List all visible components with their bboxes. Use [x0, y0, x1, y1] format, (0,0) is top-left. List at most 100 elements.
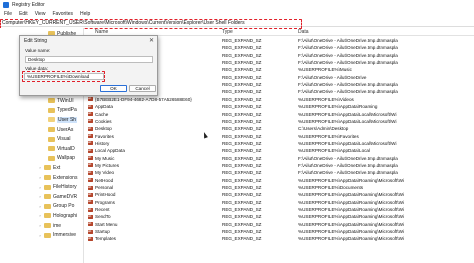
table-row[interactable]: Cache REG_EXPAND_SZ %USERPROFILE%\AppData\… — [85, 110, 474, 118]
value-data-cell: %USERPROFILE%\AppData\Local\Microsoft\Wi — [298, 111, 397, 117]
tree-item-label: Immersive — [53, 232, 77, 239]
string-value-icon — [88, 103, 93, 110]
table-row[interactable]: Startup REG_EXPAND_SZ %USERPROFILE%\AppDat… — [85, 228, 474, 235]
window-title: Registry Editor — [12, 2, 45, 8]
folder-icon — [44, 175, 51, 180]
tree-item[interactable]: Wallpap — [48, 155, 75, 162]
table-row[interactable]: Programs REG_EXPAND_SZ %USERPROFILE%\AppDa… — [85, 198, 474, 206]
table-row[interactable]: My Video REG_EXPAND_SZ F:\Ailut\OneDrive -… — [85, 169, 474, 176]
column-type-header[interactable]: Type — [222, 29, 233, 35]
value-name-label: Value name: — [25, 48, 51, 53]
table-row[interactable]: My Pictures REG_EXPAND_SZ F:\Ailut\OneDriv… — [85, 161, 474, 169]
value-type-cell: REG_EXPAND_SZ — [222, 96, 262, 102]
value-data-cell: %USERPROFILE%\AppData\Local\Microsoft\Wi — [298, 118, 397, 124]
table-row[interactable]: Personal REG_EXPAND_SZ %USERPROFILE%\Docum… — [85, 184, 474, 191]
folder-icon — [44, 223, 51, 228]
chevron-right-icon[interactable]: › — [38, 175, 42, 180]
table-row[interactable]: Start Menu REG_EXPAND_SZ %USERPROFILE%\App… — [85, 220, 474, 228]
folder-icon — [48, 127, 55, 132]
close-icon[interactable]: ✕ — [149, 37, 154, 44]
chevron-right-icon[interactable]: › — [38, 165, 42, 170]
string-value-icon — [88, 95, 93, 102]
table-row[interactable]: PrintHood REG_EXPAND_SZ %USERPROFILE%\AppD… — [85, 191, 474, 198]
dialog-title: Edit String — [24, 38, 48, 44]
value-type-cell: REG_EXPAND_SZ — [222, 148, 262, 154]
tree-item[interactable]: › Extensions — [38, 174, 77, 181]
chevron-right-icon[interactable]: › — [38, 185, 42, 190]
table-row[interactable]: AppData REG_EXPAND_SZ %USERPROFILE%\AppDat… — [85, 103, 474, 110]
value-name-cell: History — [95, 140, 110, 146]
value-type-cell: REG_EXPAND_SZ — [222, 170, 262, 176]
menu-help[interactable]: Help — [80, 11, 90, 17]
value-name-cell: AppData — [95, 104, 113, 110]
chevron-right-icon[interactable]: › — [38, 204, 42, 209]
tree-item-label: Visual — [57, 136, 71, 143]
string-value-icon — [88, 184, 93, 191]
menu-edit[interactable]: Edit — [19, 11, 28, 17]
value-name-cell: Cookies — [95, 118, 112, 124]
folder-icon — [48, 155, 55, 161]
tree-item[interactable]: › Holographi — [38, 212, 77, 219]
value-data-cell: F:\Ailut\OneDrive - Ailut\OneDrive.tmp.d… — [298, 38, 398, 43]
chevron-right-icon[interactable]: › — [38, 194, 42, 199]
table-row[interactable]: SendTo REG_EXPAND_SZ %USERPROFILE%\AppData… — [85, 213, 474, 220]
value-name-cell: NetHood — [95, 177, 114, 183]
value-name-cell: Local AppData — [95, 148, 125, 154]
tree-item[interactable]: › Group Po — [38, 203, 74, 210]
table-row[interactable]: Desktop REG_EXPAND_SZ C:\Users\Admin\Deskt… — [85, 125, 474, 132]
tree-item[interactable]: Visual — [48, 136, 71, 143]
table-row[interactable]: {B7BEB2E1-DF94-4682-A7D8-57A526588E60} RE… — [85, 95, 474, 103]
table-row[interactable]: My Music REG_EXPAND_SZ F:\Ailut\OneDrive -… — [85, 154, 474, 162]
value-data-cell: %USERPROFILE%\AppData\Roaming\Microsoft\… — [298, 177, 404, 183]
tree-item-label: Holographi — [53, 212, 78, 219]
chevron-right-icon[interactable]: › — [38, 223, 42, 228]
value-data-cell: C:\Users\Admin\Desktop — [298, 126, 349, 132]
menu-file[interactable]: File — [4, 11, 12, 17]
tree-item[interactable]: › Immersive — [38, 232, 76, 239]
tree-item-label: Wallpap — [57, 155, 75, 162]
value-name-field[interactable]: Desktop — [25, 56, 153, 63]
string-value-icon — [88, 176, 93, 183]
cancel-button[interactable]: Cancel — [129, 85, 156, 92]
tree-item[interactable]: TypedPa — [48, 107, 77, 114]
column-data-header[interactable]: Data — [298, 29, 309, 35]
tree-item[interactable]: UserAs — [48, 126, 73, 133]
table-row[interactable]: Recent REG_EXPAND_SZ %USERPROFILE%\AppData… — [85, 206, 474, 213]
table-row[interactable]: Templates REG_EXPAND_SZ %USERPROFILE%\AppD… — [85, 235, 474, 242]
folder-icon — [48, 146, 55, 152]
tree-item[interactable]: › GameDVR — [38, 193, 77, 200]
value-data-cell: F:\Ailut\OneDrive - Ailut\OneDrive.tmp.d… — [298, 170, 398, 176]
table-row[interactable]: History REG_EXPAND_SZ %USERPROFILE%\AppDat… — [85, 139, 474, 147]
value-type-cell: REG_EXPAND_SZ — [222, 60, 262, 66]
ok-button[interactable]: OK — [100, 85, 127, 92]
table-row[interactable]: Cookies REG_EXPAND_SZ %USERPROFILE%\AppDat… — [85, 117, 474, 125]
tree-item-label: Ext — [53, 164, 61, 171]
tree-item-label: UserAs — [57, 126, 74, 133]
chevron-right-icon[interactable]: › — [38, 233, 42, 238]
menu-favorites[interactable]: Favorites — [52, 11, 73, 17]
value-name-cell: My Pictures — [95, 162, 119, 168]
table-row[interactable]: Favorites REG_EXPAND_SZ %USERPROFILE%\Favo… — [85, 132, 474, 140]
address-bar[interactable]: Computer\HKEY_CURRENT_USER\Software\Micr… — [0, 19, 474, 29]
tree-item[interactable]: › FileHistory — [38, 184, 76, 191]
tree-item-label: User Sh — [57, 116, 78, 123]
value-data-cell: F:\Ailut\OneDrive - Ailut\OneDrive.tmp.d… — [298, 82, 398, 88]
menu-view[interactable]: View — [35, 11, 46, 17]
folder-icon — [44, 165, 51, 171]
folder-icon — [44, 213, 51, 219]
tree-item[interactable]: TWinUI — [48, 97, 74, 104]
value-data-cell: F:\Ailut\OneDrive - Ailut\OneDrive.tmp.d… — [298, 155, 398, 161]
value-type-cell: REG_EXPAND_SZ — [222, 52, 262, 58]
value-data-cell: %USERPROFILE%\AppData\Roaming\Microsoft\… — [298, 236, 404, 242]
table-row[interactable]: Local AppData REG_EXPAND_SZ %USERPROFILE%\… — [85, 147, 474, 154]
value-name-cell: My Music — [95, 155, 115, 161]
value-type-cell: REG_EXPAND_SZ — [222, 111, 262, 117]
tree-item[interactable]: VirtualD — [48, 145, 75, 152]
table-row[interactable]: NetHood REG_EXPAND_SZ %USERPROFILE%\AppDat… — [85, 176, 474, 184]
tree-item[interactable]: › Ext — [38, 164, 60, 171]
value-type-cell: REG_EXPAND_SZ — [222, 45, 262, 51]
tree-item[interactable]: › ime — [38, 222, 61, 229]
chevron-right-icon[interactable]: › — [38, 213, 42, 218]
value-type-cell: REG_EXPAND_SZ — [222, 118, 262, 124]
tree-item[interactable]: User Sh — [48, 116, 78, 123]
